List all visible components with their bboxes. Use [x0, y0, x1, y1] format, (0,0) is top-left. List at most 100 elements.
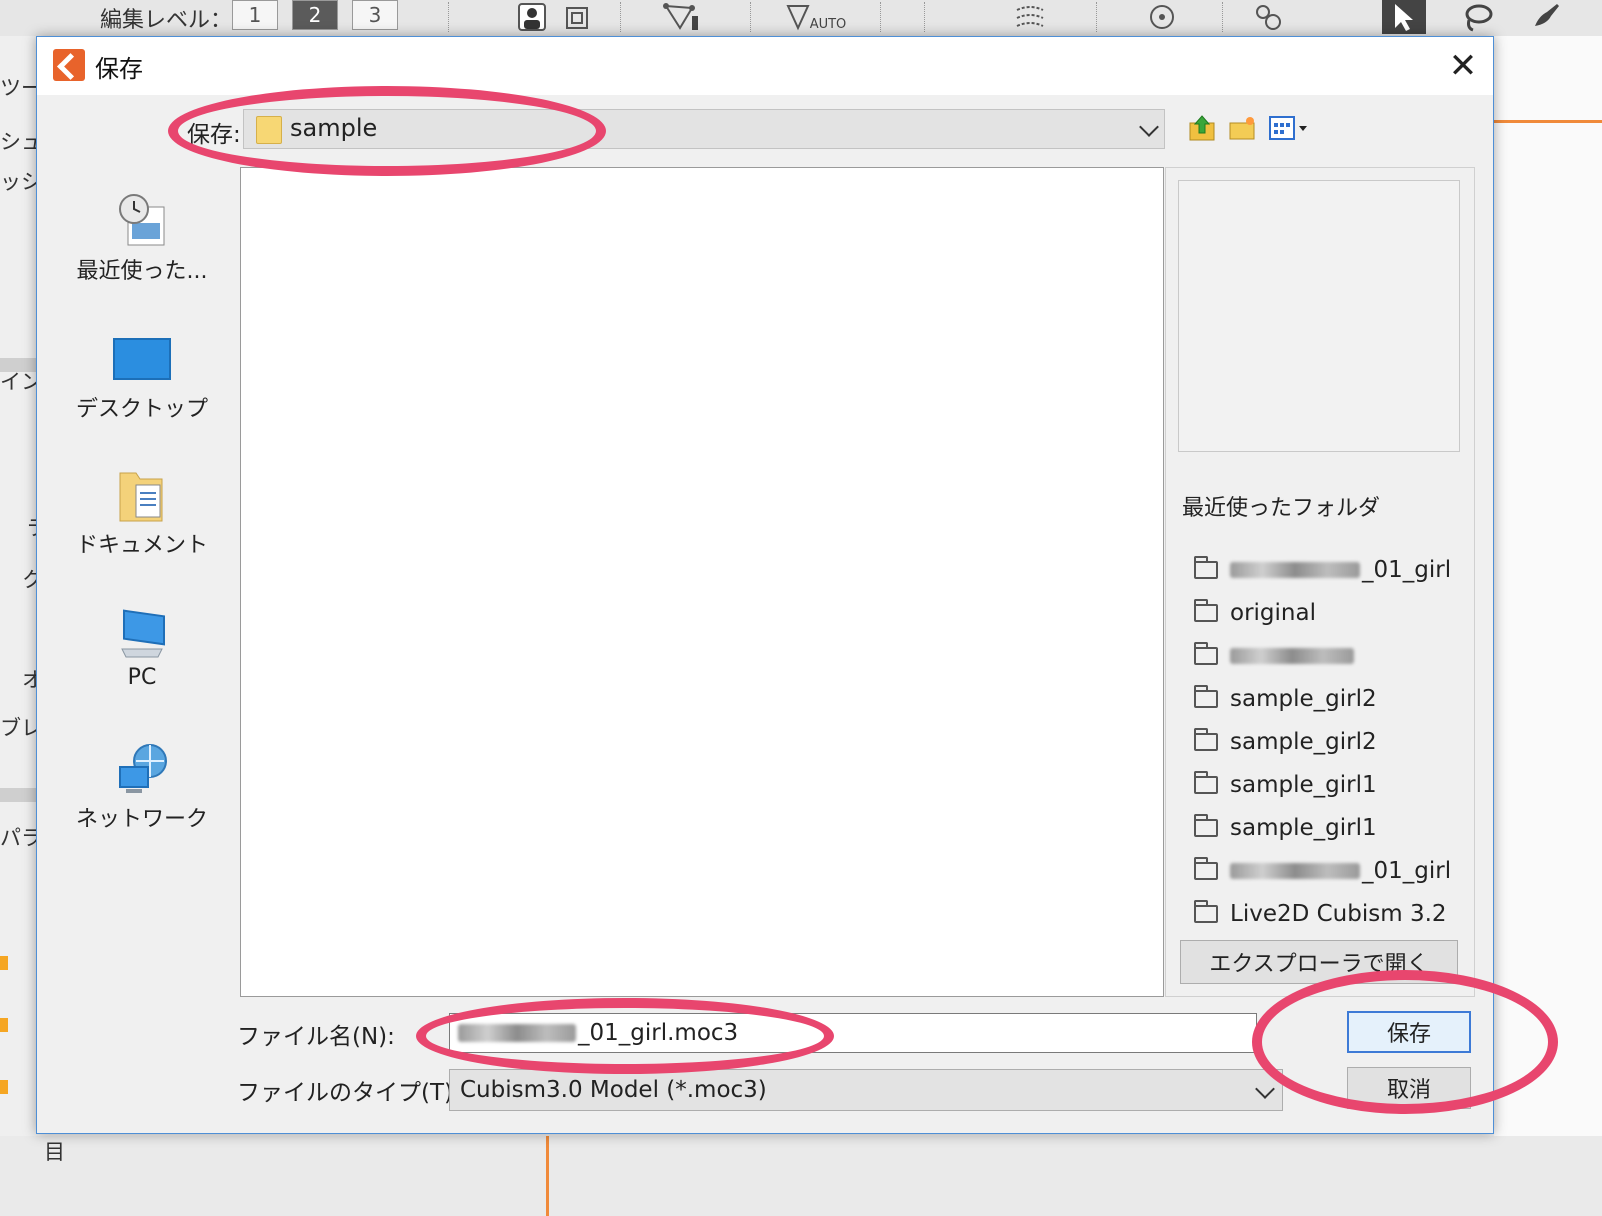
select-arrow-icon[interactable] — [1382, 0, 1426, 34]
recent-folder-item[interactable]: original — [1194, 591, 1464, 634]
recent-folder-item[interactable]: sample_girl2 — [1194, 720, 1464, 763]
parameter-marker — [0, 1080, 8, 1094]
preview-area — [1178, 180, 1460, 452]
lasso-icon[interactable] — [1456, 0, 1500, 34]
folder-icon — [1194, 684, 1218, 708]
folder-icon — [1194, 598, 1218, 622]
recent-folder-item[interactable]: sample_girl1 — [1194, 763, 1464, 806]
panel-divider — [0, 788, 38, 802]
filename-label: ファイル名(N): — [237, 1024, 395, 1050]
recent-folder-name: _01_girl — [1362, 556, 1452, 583]
recent-folder-item[interactable] — [1194, 634, 1464, 677]
warp-icon[interactable] — [1246, 0, 1290, 34]
places-bar: 最近使った... デスクトップ ドキュメント PC ネットワーク — [61, 167, 223, 1113]
rotation-icon[interactable] — [1140, 0, 1184, 34]
timeline-edge — [546, 1136, 549, 1216]
background-canvas — [1494, 36, 1602, 1216]
save-location-value: sample — [290, 114, 378, 142]
redacted-text — [458, 1024, 576, 1042]
folder-icon — [1194, 856, 1218, 880]
folder-icon — [1194, 813, 1218, 837]
toolbar-separator — [1222, 2, 1224, 32]
place-label: ネットワーク — [75, 807, 208, 832]
folder-icon — [1194, 727, 1218, 751]
folder-icon — [1194, 899, 1218, 923]
edit-level-label: 編集レベル： — [100, 8, 233, 33]
close-button[interactable]: ✕ — [1433, 37, 1493, 95]
documents-icon — [112, 467, 172, 523]
app-toolbar: 編集レベル： 1 2 3 AUTO — [0, 0, 1602, 37]
redacted-text — [1230, 647, 1354, 664]
place-label: PC — [127, 665, 157, 690]
recent-folders-title: 最近使ったフォルダ — [1182, 496, 1381, 521]
background-bottom-strip: 目 — [0, 1136, 1602, 1216]
chevron-down-icon — [1255, 1079, 1275, 1099]
up-folder-icon[interactable] — [1187, 113, 1217, 143]
cubism-logo-icon — [53, 49, 85, 81]
layout-icon[interactable] — [556, 0, 600, 34]
mesh-pen-icon[interactable] — [660, 0, 704, 34]
edit-level-1-button[interactable]: 1 — [232, 0, 278, 30]
save-dialog: 保存 ✕ 保存: sample 最近使った... デスクトップ ドキュメント P… — [36, 36, 1494, 1134]
left-panel-text: 目 — [44, 1140, 65, 1164]
canvas-edge — [1494, 120, 1602, 123]
place-recent[interactable]: 最近使った... — [61, 193, 223, 285]
recent-folder-name: _01_girl — [1362, 857, 1452, 884]
filetype-label: ファイルのタイプ(T): — [237, 1080, 461, 1106]
pc-icon — [112, 605, 172, 661]
cancel-button[interactable]: 取消 — [1347, 1067, 1471, 1109]
recent-folder-name: sample_girl1 — [1230, 814, 1377, 841]
person-icon[interactable] — [510, 0, 554, 34]
filetype-dropdown[interactable]: Cubism3.0 Model (*.moc3) — [449, 1069, 1283, 1111]
background-left-panel: ツー シュ ッシ イン ラ ク オ ブレ パラ — [0, 36, 47, 1216]
new-folder-icon[interactable] — [1227, 113, 1257, 143]
recent-folder-name: sample_girl2 — [1230, 728, 1377, 755]
place-desktop[interactable]: デスクトップ — [61, 331, 223, 423]
place-pc[interactable]: PC — [61, 605, 223, 690]
auto-label: AUTO — [809, 16, 847, 32]
toolbar-separator — [620, 2, 622, 32]
place-network[interactable]: ネットワーク — [61, 741, 223, 833]
save-button[interactable]: 保存 — [1347, 1011, 1471, 1053]
auto-mesh-icon[interactable]: AUTO — [776, 0, 856, 34]
recent-folder-item[interactable]: sample_girl1 — [1194, 806, 1464, 849]
deform-grid-icon[interactable] — [1008, 0, 1052, 34]
filename-value: _01_girl.moc3 — [578, 1020, 739, 1046]
place-documents[interactable]: ドキュメント — [61, 467, 223, 559]
recent-folder-name: Live2D Cubism 3.2 — [1230, 900, 1447, 927]
desktop-icon — [112, 331, 172, 387]
dialog-titlebar: 保存 ✕ — [37, 37, 1493, 95]
save-in-label: 保存: — [187, 122, 241, 148]
redacted-text — [1230, 561, 1360, 578]
recent-folder-name: original — [1230, 599, 1316, 626]
brush-icon[interactable] — [1524, 0, 1568, 34]
recent-folder-name: sample_girl1 — [1230, 771, 1377, 798]
folder-icon — [1194, 555, 1218, 579]
place-label: ドキュメント — [75, 533, 208, 558]
recent-folders-panel: 最近使ったフォルダ _01_girl original sample_girl2 — [1165, 167, 1475, 997]
save-location-dropdown[interactable]: sample — [243, 109, 1165, 149]
toolbar-separator — [924, 2, 926, 32]
parameter-marker — [0, 1018, 8, 1032]
parameter-marker — [0, 956, 8, 970]
view-menu-icon[interactable] — [1267, 113, 1311, 143]
recent-folder-name: sample_girl2 — [1230, 685, 1377, 712]
recent-folder-item[interactable]: _01_girl — [1194, 548, 1464, 591]
recent-folder-item[interactable]: _01_girl — [1194, 849, 1464, 892]
recent-folder-item[interactable]: sample_girl2 — [1194, 677, 1464, 720]
toolbar-separator — [448, 2, 450, 32]
place-label: デスクトップ — [75, 397, 208, 422]
file-list-pane[interactable] — [240, 167, 1164, 997]
folder-icon — [1194, 641, 1218, 665]
filename-input[interactable]: _01_girl.moc3 — [449, 1013, 1257, 1053]
toolbar-separator — [880, 2, 882, 32]
edit-level-2-button[interactable]: 2 — [292, 0, 338, 30]
folder-icon — [256, 116, 282, 144]
place-label: 最近使った... — [76, 259, 208, 284]
recent-folder-item[interactable]: Live2D Cubism 3.2 — [1194, 892, 1464, 935]
recent-folders-list: _01_girl original sample_girl2 sample_gi… — [1194, 548, 1464, 935]
edit-level-3-button[interactable]: 3 — [352, 0, 398, 30]
network-icon — [112, 741, 172, 797]
open-in-explorer-button[interactable]: エクスプローラで開く — [1180, 940, 1458, 984]
recent-places-icon — [112, 193, 172, 249]
